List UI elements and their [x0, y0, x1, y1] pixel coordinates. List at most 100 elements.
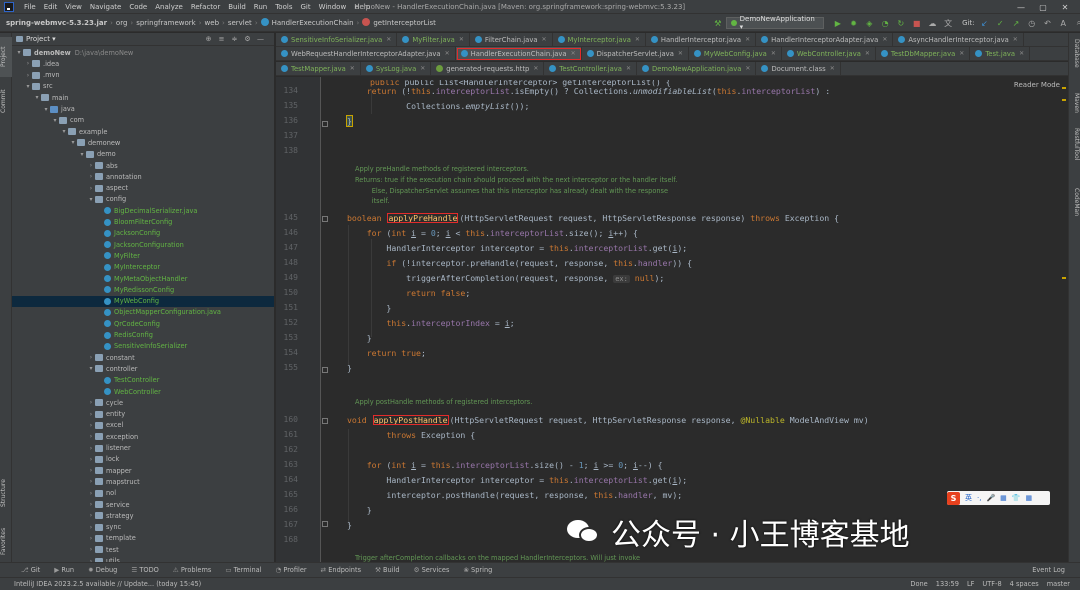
status-indent[interactable]: 4 spaces	[1010, 580, 1039, 588]
tree-item[interactable]: MyInterceptor	[12, 262, 274, 273]
editor-tab[interactable]: MyWebConfig.java ✕	[689, 47, 782, 60]
tree-item[interactable]: JacksonConfig	[12, 228, 274, 239]
ime-lang[interactable]: 英	[965, 493, 972, 503]
fold-marker-icon[interactable]	[322, 216, 328, 222]
tool-run[interactable]: ▶ Run	[47, 566, 81, 574]
breadcrumb-item[interactable]: servlet	[226, 19, 254, 27]
hide-icon[interactable]: —	[254, 35, 267, 43]
tree-item[interactable]: › service	[12, 499, 274, 510]
chevron-right-icon[interactable]: ›	[87, 535, 95, 542]
chevron-down-icon[interactable]: ▾	[87, 196, 95, 203]
tree-item[interactable]: MyWebConfig	[12, 295, 274, 307]
chevron-down-icon[interactable]: ▾	[33, 94, 41, 101]
git-update-icon[interactable]: ↙	[979, 17, 991, 29]
chevron-down-icon[interactable]: ▾	[78, 151, 86, 158]
fold-marker-icon[interactable]	[322, 521, 328, 527]
run-config-select[interactable]: DemoNewApplication ▾	[725, 15, 824, 31]
minimize-icon[interactable]: —	[1010, 3, 1032, 12]
tree-item[interactable]: ▾ java	[12, 104, 274, 115]
tree-item[interactable]: › test	[12, 544, 274, 555]
editor-tab[interactable]: FilterChain.java ✕	[470, 33, 553, 46]
tree-item[interactable]: ▾ config	[12, 194, 274, 205]
tree-item[interactable]: › strategy	[12, 510, 274, 521]
tree-item[interactable]: › excel	[12, 420, 274, 431]
ime-punct-icon[interactable]: ·,	[977, 494, 981, 502]
chevron-right-icon[interactable]: ›	[87, 546, 95, 553]
tool-todo[interactable]: ☰ TODO	[124, 566, 166, 574]
tree-item[interactable]: ▾ demo	[12, 149, 274, 160]
tree-item[interactable]: › listener	[12, 443, 274, 454]
menu-edit[interactable]: Edit	[40, 3, 62, 11]
editor-tab[interactable]: WebRequestHandlerInterceptorAdapter.java…	[276, 47, 456, 60]
tree-item[interactable]: TestController	[12, 375, 274, 386]
chevron-right-icon[interactable]: ›	[87, 478, 95, 485]
editor-tab[interactable]: SensitiveInfoSerializer.java ✕	[276, 33, 398, 46]
breadcrumb-item[interactable]: org	[114, 19, 129, 27]
add-icon[interactable]: ⊕	[202, 35, 215, 43]
tool-spring[interactable]: ❀ Spring	[456, 566, 499, 574]
editor-tab[interactable]: DemoNewApplication.java ✕	[637, 62, 757, 75]
close-tab-icon[interactable]: ✕	[771, 50, 776, 57]
close-tab-icon[interactable]: ✕	[533, 65, 538, 72]
debug-icon[interactable]: ✹	[848, 17, 860, 29]
tree-item[interactable]: › mapstruct	[12, 476, 274, 487]
history-icon[interactable]: ◷	[1026, 17, 1038, 29]
code-editor[interactable]: 134 135 136 137 138 145 146 147 148 149 150 151 152 1…	[276, 77, 1068, 562]
close-tab-icon[interactable]: ✕	[882, 36, 887, 43]
close-tab-icon[interactable]: ✕	[745, 65, 750, 72]
close-tab-icon[interactable]: ✕	[626, 65, 631, 72]
expand-all-icon[interactable]: ≑	[228, 35, 241, 43]
menu-refactor[interactable]: Refactor	[187, 3, 224, 11]
status-encoding[interactable]: UTF-8	[982, 580, 1001, 588]
right-tab-codeman[interactable]: CodeMan	[1068, 188, 1080, 216]
tree-item[interactable]: ▾ main	[12, 92, 274, 103]
left-tab-favorites[interactable]: Favorites	[0, 521, 12, 561]
git-commit-icon[interactable]: ✓	[994, 17, 1006, 29]
close-tab-icon[interactable]: ✕	[635, 36, 640, 43]
chevron-right-icon[interactable]: ›	[87, 173, 95, 180]
tree-item[interactable]: MyFilter	[12, 250, 274, 261]
tree-item[interactable]: ▾ com	[12, 115, 274, 126]
chevron-right-icon[interactable]: ›	[24, 72, 32, 79]
close-tab-icon[interactable]: ✕	[1019, 50, 1024, 57]
tree-item[interactable]: › exception	[12, 431, 274, 442]
left-tab-commit[interactable]: Commit	[0, 81, 12, 121]
close-tab-icon[interactable]: ✕	[959, 50, 964, 57]
editor-tab[interactable]: MyInterceptor.java ✕	[553, 33, 646, 46]
fold-marker-icon[interactable]	[322, 121, 328, 127]
tool-endpoints[interactable]: ⇄ Endpoints	[314, 566, 368, 574]
close-tab-icon[interactable]: ✕	[830, 65, 835, 72]
tree-item[interactable]: MyMetaObjectHandler	[12, 273, 274, 284]
chevron-down-icon[interactable]: ▾	[51, 117, 59, 124]
tool-services[interactable]: ⚙ Services	[407, 566, 457, 574]
build-hammer-icon[interactable]: ⚒	[712, 17, 724, 29]
chevron-right-icon[interactable]: ›	[87, 185, 95, 192]
right-tab-maven[interactable]: Maven	[1068, 93, 1080, 113]
close-tab-icon[interactable]: ✕	[459, 36, 464, 43]
tree-item[interactable]: › template	[12, 533, 274, 544]
chevron-right-icon[interactable]: ›	[87, 490, 95, 497]
menu-window[interactable]: Window	[315, 3, 351, 11]
tree-item[interactable]: JacksonConfiguration	[12, 239, 274, 250]
translate2-icon[interactable]: A	[1057, 17, 1069, 29]
menu-git[interactable]: Git	[296, 3, 314, 11]
right-tab-database[interactable]: Database	[1068, 39, 1080, 68]
tree-item[interactable]: › mapper	[12, 465, 274, 476]
breadcrumb-item[interactable]: springframework	[134, 19, 198, 27]
tree-item[interactable]: ▾ controller	[12, 363, 274, 374]
tree-item[interactable]: QrCodeConfig	[12, 318, 274, 329]
chevron-right-icon[interactable]: ›	[87, 456, 95, 463]
tool-terminal[interactable]: ▭ Terminal	[218, 566, 268, 574]
tree-item[interactable]: SensitiveInfoSerializer	[12, 341, 274, 352]
chevron-right-icon[interactable]: ›	[87, 467, 95, 474]
tree-item[interactable]: › abs	[12, 160, 274, 171]
status-line-sep[interactable]: LF	[967, 580, 974, 588]
run-icon[interactable]: ▶	[832, 17, 844, 29]
chevron-right-icon[interactable]: ›	[87, 433, 95, 440]
menu-file[interactable]: File	[20, 3, 40, 11]
tree-item[interactable]: › annotation	[12, 171, 274, 182]
breadcrumb-item[interactable]: HandlerExecutionChain	[259, 18, 356, 27]
tree-item[interactable]: ▾ example	[12, 126, 274, 137]
chevron-down-icon[interactable]: ▾	[24, 83, 32, 90]
tree-item[interactable]: BloomFilterConfig	[12, 217, 274, 228]
